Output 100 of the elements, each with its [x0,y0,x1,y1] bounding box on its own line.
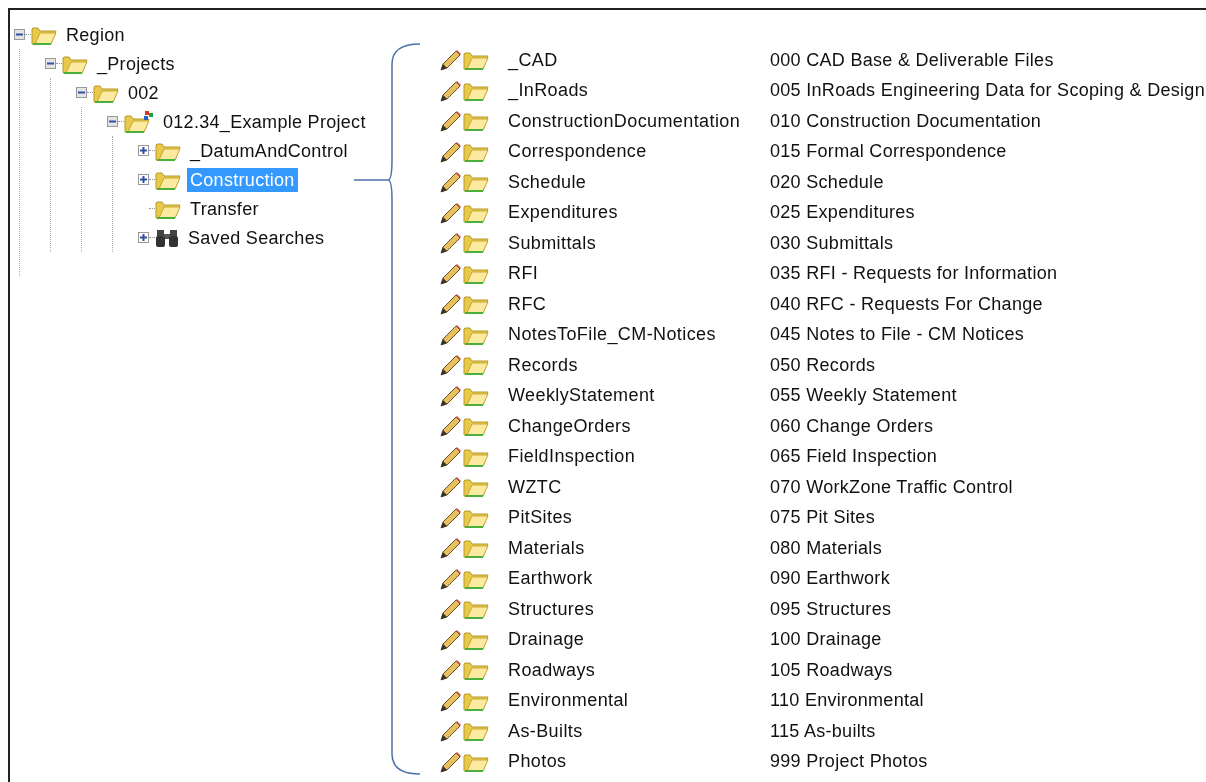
folder-description: 045 Notes to File - CM Notices [770,323,1025,347]
folder-icon [463,599,489,620]
folder-name[interactable]: WeeklyStatement [508,382,770,410]
folder-name[interactable]: ConstructionDocumentation [508,107,770,135]
folder-icon [155,198,181,219]
folder-description: 005 InRoads Engineering Data for Scoping & Design [770,79,1205,103]
folder-name[interactable]: Drainage [508,626,770,654]
pencil-icon [438,750,462,773]
folder-icon [463,202,489,223]
folder-name[interactable]: Environmental [508,687,770,715]
pencil-icon [438,567,462,590]
folder-description: 070 WorkZone Traffic Control [770,475,1013,499]
folder-icon [463,660,489,681]
folder-name[interactable]: Materials [508,534,770,562]
pencil-icon [438,171,462,194]
folder-description: 999 Project Photos [770,750,928,774]
folder-name[interactable]: Photos [508,748,770,776]
folder-description: 055 Weekly Statement [770,384,957,408]
pencil-icon [438,262,462,285]
pencil-icon [438,720,462,743]
folder-icon [155,140,181,161]
pencil-icon [438,476,462,499]
pencil-icon [438,537,462,560]
folder-icon [463,538,489,559]
folder-icon [463,751,489,772]
pencil-icon [438,598,462,621]
folder-name[interactable]: Earthwork [508,565,770,593]
pencil-icon [438,293,462,316]
collapse-toggle[interactable] [45,58,56,69]
folder-icon [463,263,489,284]
pencil-icon [438,354,462,377]
expand-toggle[interactable] [138,232,149,243]
folder-icon [463,233,489,254]
folder-name[interactable]: FieldInspection [508,443,770,471]
folder-description: 090 Earthwork [770,567,890,591]
folder-description: 115 As-builts [770,719,876,743]
folder-description: 050 Records [770,353,876,377]
pencil-icon [438,232,462,255]
pencil-icon [438,445,462,468]
tree-item[interactable]: Region [63,22,128,47]
folder-name[interactable]: Expenditures [508,199,770,227]
tree-item[interactable]: _Projects [94,51,178,76]
folder-name[interactable]: ChangeOrders [508,412,770,440]
folder-icon [463,568,489,589]
pencil-icon [438,659,462,682]
tree-item[interactable]: 002 [125,80,162,105]
pencil-icon [438,506,462,529]
tree-item[interactable]: 012.34_Example Project [160,109,369,134]
expand-toggle[interactable] [138,174,149,185]
folder-name[interactable]: _CAD [508,46,770,74]
pencil-icon [438,110,462,133]
folder-icon [31,24,57,45]
folder-description: 030 Submittals [770,231,894,255]
collapse-toggle[interactable] [107,116,118,127]
folder-icon [463,690,489,711]
folder-icon [463,111,489,132]
folder-description: 020 Schedule [770,170,884,194]
folder-name[interactable]: RFC [508,290,770,318]
folder-name[interactable]: Roadways [508,656,770,684]
folder-name[interactable]: WZTC [508,473,770,501]
folder-icon [463,141,489,162]
folder-description: 105 Roadways [770,658,893,682]
collapse-toggle[interactable] [76,87,87,98]
tree-item[interactable]: Transfer [187,196,262,221]
pencil-icon [438,689,462,712]
folder-name[interactable]: Records [508,351,770,379]
folder-description: 010 Construction Documentation [770,109,1042,133]
pencil-icon [438,415,462,438]
folder-description: 075 Pit Sites [770,506,875,530]
folder-name[interactable]: Submittals [508,229,770,257]
folder-icon [463,50,489,71]
folder-description: 035 RFI - Requests for Information [770,262,1058,286]
folder-description: 015 Formal Correspondence [770,140,1007,164]
folder-icon [463,172,489,193]
folder-icon [155,169,181,190]
folder-icon [463,721,489,742]
folder-icon [463,629,489,650]
pencil-icon [438,201,462,224]
folder-icon [463,355,489,376]
folder-name[interactable]: Schedule [508,168,770,196]
folder-name[interactable]: As-Builts [508,717,770,745]
folder-description: 065 Field Inspection [770,445,938,469]
pencil-icon [438,384,462,407]
tree-item[interactable]: _DatumAndControl [187,138,351,163]
folder-name[interactable]: PitSites [508,504,770,532]
folder-name[interactable]: NotesToFile_CM-Notices [508,321,770,349]
folder-icon [463,294,489,315]
pencil-icon [438,140,462,163]
collapse-toggle[interactable] [14,29,25,40]
folder-description: 040 RFC - Requests For Change [770,292,1043,316]
expand-toggle[interactable] [138,145,149,156]
folder-name[interactable]: RFI [508,260,770,288]
folder-name[interactable]: _InRoads [508,77,770,105]
folder-description: 100 Drainage [770,628,882,652]
folder-name[interactable]: Correspondence [508,138,770,166]
folder-name[interactable]: Structures [508,595,770,623]
folder-icon [463,477,489,498]
folder-icon [62,53,88,74]
tree-item[interactable]: Saved Searches [185,225,328,250]
folder-icon [463,80,489,101]
